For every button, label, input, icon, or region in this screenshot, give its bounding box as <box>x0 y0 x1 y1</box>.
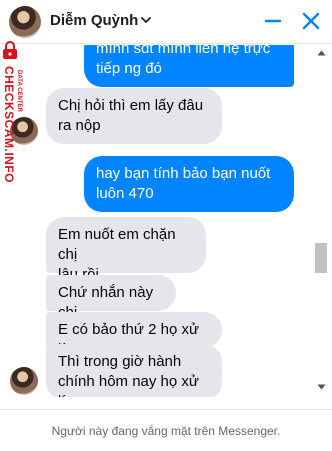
scrollbar-thumb[interactable] <box>315 243 327 273</box>
message-line: mình sđt mình liên hệ trực <box>96 45 271 57</box>
away-status-text: Người này đang vắng mặt trên Messenger. <box>51 424 281 438</box>
message-outgoing: hay bạn tính bảo bạn nuốt luôn 470 <box>84 156 294 212</box>
contact-avatar-small[interactable] <box>10 367 38 395</box>
chat-footer: Người này đang vắng mặt trên Messenger. <box>0 409 332 451</box>
message-line: Chị hỏi thì em lấy đâu <box>58 97 204 114</box>
message-line: Thì trong giờ hành <box>58 353 182 370</box>
message-outgoing: mình sđt mình liên hệ trực tiếp ng đó <box>84 45 294 87</box>
message-incoming: E có bảo thứ 2 họ xử lí <box>46 312 222 358</box>
message-line: luôn 470 <box>96 185 154 202</box>
message-incoming: Chị hỏi thì em lấy đâu ra nộp <box>46 88 222 144</box>
message-line: tiếp ng đó <box>96 60 162 77</box>
message-line: ra nộp <box>58 117 101 134</box>
message-list[interactable]: mình sđt mình liên hệ trực tiếp ng đó Ch… <box>0 45 312 397</box>
close-icon[interactable] <box>300 10 322 32</box>
scrollbar[interactable] <box>313 45 330 397</box>
message-line: Em nuốt em chặn chị <box>58 226 176 263</box>
lock-icon <box>3 41 17 59</box>
scroll-down-icon[interactable] <box>317 383 326 391</box>
watermark-text: CHECKSCAM.INFO <box>2 66 16 183</box>
message-incoming: Em nuốt em chặn chị lâu rồi <box>46 217 206 283</box>
minimize-icon[interactable] <box>262 10 284 32</box>
message-line: chính hôm nay họ xử lí <box>58 373 199 397</box>
chat-header: Diễm Quỳnh <box>0 0 332 44</box>
scroll-up-icon[interactable] <box>317 49 326 57</box>
chevron-down-icon[interactable] <box>140 14 152 26</box>
header-actions <box>262 10 322 32</box>
contact-avatar[interactable] <box>9 6 41 38</box>
message-line: hay bạn tính bảo bạn nuốt <box>96 165 271 182</box>
contact-name[interactable]: Diễm Quỳnh <box>50 12 138 29</box>
watermark-subtext: DATA CENTER <box>16 70 22 112</box>
message-incoming: Thì trong giờ hành chính hôm nay họ xử l… <box>46 344 222 397</box>
message-incoming: Chứ nhắn này chi <box>46 275 176 321</box>
watermark: CHECKSCAM.INFO DATA CENTER <box>0 38 22 208</box>
